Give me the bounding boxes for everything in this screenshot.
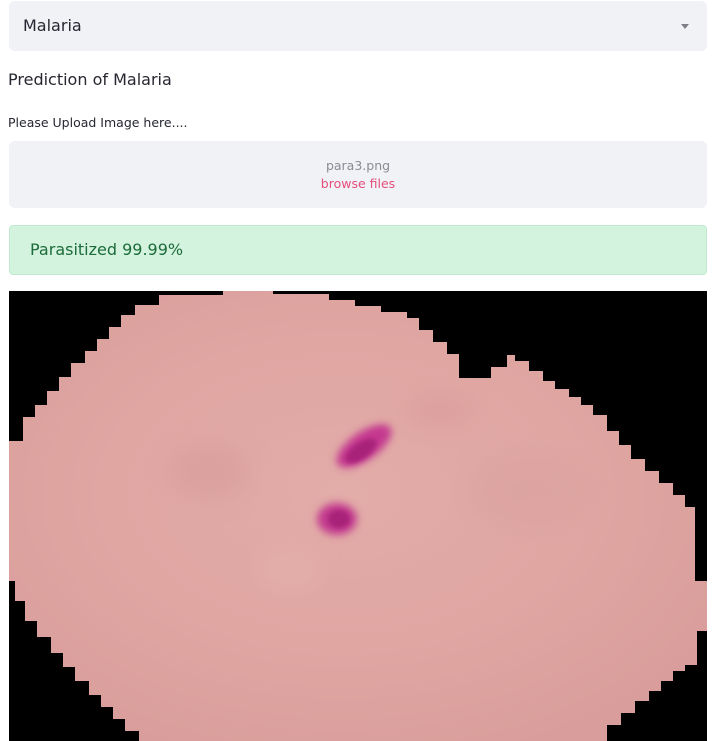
prediction-result-text: Parasitized 99.99% [30, 240, 184, 259]
browse-files-link[interactable]: browse files [9, 175, 707, 193]
page-heading: Prediction of Malaria [8, 70, 172, 89]
uploaded-file-name: para3.png [325, 158, 391, 173]
caret-down-icon [681, 24, 689, 29]
uploaded-cell-image [9, 291, 707, 741]
upload-label: Please Upload Image here.... [8, 115, 188, 130]
file-dropzone[interactable]: para3.png browse files [9, 141, 707, 208]
cell-image-svg [9, 291, 707, 741]
prediction-result-alert: Parasitized 99.99% [9, 225, 707, 275]
select-value: Malaria [23, 16, 82, 35]
model-select[interactable]: Malaria [9, 1, 707, 51]
